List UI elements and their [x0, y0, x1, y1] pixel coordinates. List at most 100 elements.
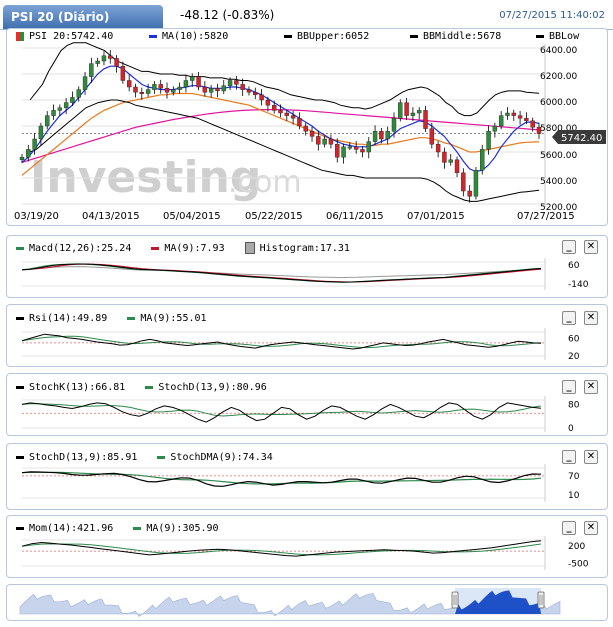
navigator-left-handle[interactable] [451, 591, 459, 609]
candle [517, 115, 523, 119]
y-tick: 0 [568, 424, 574, 434]
y-tick: -500 [568, 560, 589, 570]
handle-grip[interactable] [537, 591, 545, 609]
candle [196, 76, 201, 88]
bb-upper-line [29, 42, 540, 117]
investing-watermark-suffix: .com [228, 165, 302, 200]
candle [259, 94, 264, 101]
y-tick: 60 [568, 335, 580, 345]
candle [511, 112, 516, 116]
x-tick: 04/13/2015 [82, 211, 140, 222]
stoch-chart: 80 0 [21, 396, 580, 434]
y-tick: 200 [568, 542, 585, 552]
navigator-right-handle[interactable] [537, 591, 545, 609]
x-tick: 07/01/2015 [407, 211, 465, 222]
y-tick: 6000.00 [540, 98, 577, 108]
candle [101, 55, 107, 62]
y-tick: 10 [568, 491, 580, 501]
candle [442, 151, 447, 163]
candle [366, 141, 371, 153]
candle [398, 102, 403, 119]
candle [347, 146, 353, 149]
stochd-chart: 70 10 [21, 464, 580, 502]
candle [177, 86, 182, 90]
candle [108, 55, 113, 59]
candle [486, 130, 491, 150]
current-price-marker: 5742.40 [552, 130, 606, 144]
candle [234, 80, 239, 85]
candle [353, 146, 359, 150]
y-tick: 6200.00 [540, 72, 577, 82]
candle [379, 130, 384, 140]
candle [227, 80, 233, 86]
handle-grip[interactable] [451, 591, 459, 609]
momentum-chart: 200 -500 [21, 536, 589, 570]
rsi-chart: 60 20 [21, 328, 580, 362]
candle [404, 102, 409, 116]
candle [145, 89, 151, 94]
candle [290, 115, 296, 119]
candle [284, 112, 290, 116]
candle [309, 130, 315, 137]
mom-line [21, 540, 542, 557]
candle [32, 138, 37, 150]
candle [265, 99, 271, 106]
candle [76, 89, 81, 98]
candle [120, 65, 126, 81]
candle [423, 110, 428, 129]
candle [335, 143, 340, 158]
y-tick: 6400.00 [540, 46, 577, 56]
candle [208, 88, 214, 93]
candle [126, 80, 132, 88]
x-tick: 07/27/2015 [517, 211, 575, 222]
candle [417, 110, 422, 114]
candle [133, 86, 138, 93]
current-price-label: 5742.40 [561, 133, 602, 144]
candle [271, 104, 277, 111]
x-axis: 03/19/20 04/13/2015 05/04/2015 05/22/201… [14, 211, 575, 222]
x-tick: 03/19/20 [14, 211, 59, 222]
candle [45, 115, 50, 127]
candle [473, 169, 479, 197]
y-tick: -140 [568, 280, 589, 290]
mom-ma-line [21, 543, 542, 556]
y-tick: 5400.00 [540, 177, 577, 187]
y-tick: 20 [568, 352, 580, 362]
candle [454, 159, 460, 174]
y-axis: 6400.00 6200.00 6000.00 5800.00 5600.00 … [540, 46, 577, 213]
candle [410, 112, 416, 116]
candle [63, 102, 69, 108]
candle [505, 112, 510, 116]
candle [57, 107, 63, 111]
candle [139, 91, 144, 94]
candle [253, 91, 258, 95]
candle [221, 85, 226, 92]
candle [51, 110, 56, 116]
candle [341, 146, 346, 158]
candle [498, 115, 504, 127]
candle [202, 86, 208, 93]
macd-chart: 60 -140 [21, 258, 589, 290]
candle [190, 76, 195, 81]
candle [303, 125, 308, 132]
candle [448, 159, 453, 163]
candle [461, 172, 466, 192]
candle [89, 63, 94, 77]
candle [316, 136, 321, 145]
indicator-charts: 60 -140 60 20 80 0 70 10 200 -500 [19, 258, 589, 617]
candle [183, 80, 189, 88]
x-tick: 05/22/2015 [245, 211, 303, 222]
main-chart[interactable]: Investing .com 6400.00 6200.00 6000.00 5… [0, 0, 613, 230]
candle [152, 84, 157, 90]
candle [70, 97, 75, 103]
candle [480, 149, 485, 171]
candle [19, 156, 25, 160]
candle [429, 128, 435, 145]
y-tick: 5600.00 [540, 151, 577, 161]
navigator-chart[interactable] [19, 588, 561, 617]
candle [372, 130, 378, 142]
candle [82, 76, 88, 90]
candle [278, 110, 283, 114]
candle [171, 89, 176, 93]
candle [95, 60, 100, 64]
